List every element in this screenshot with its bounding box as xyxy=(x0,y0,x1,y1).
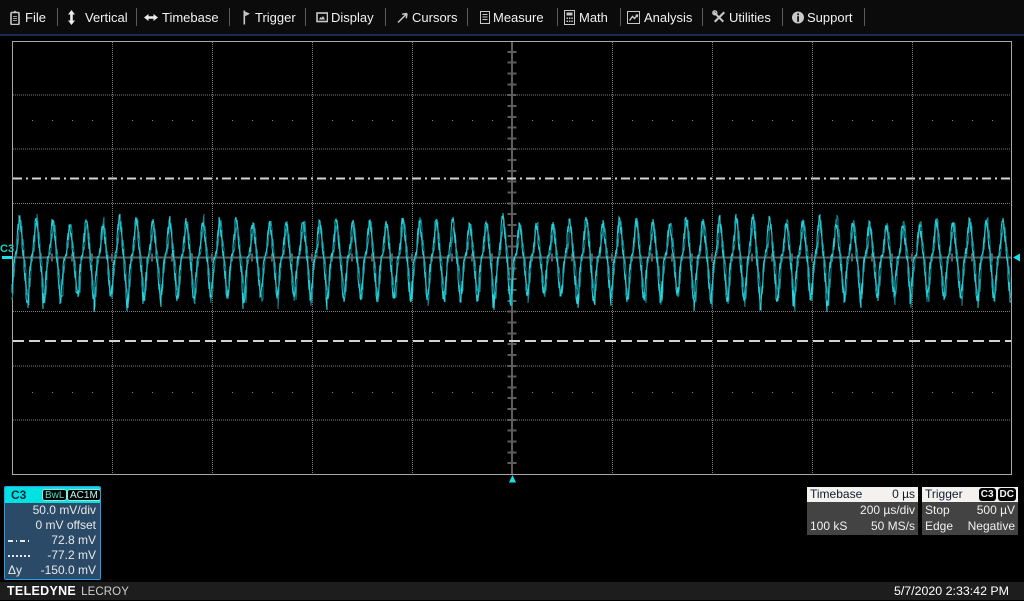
svg-text:C3: C3 xyxy=(0,243,14,255)
